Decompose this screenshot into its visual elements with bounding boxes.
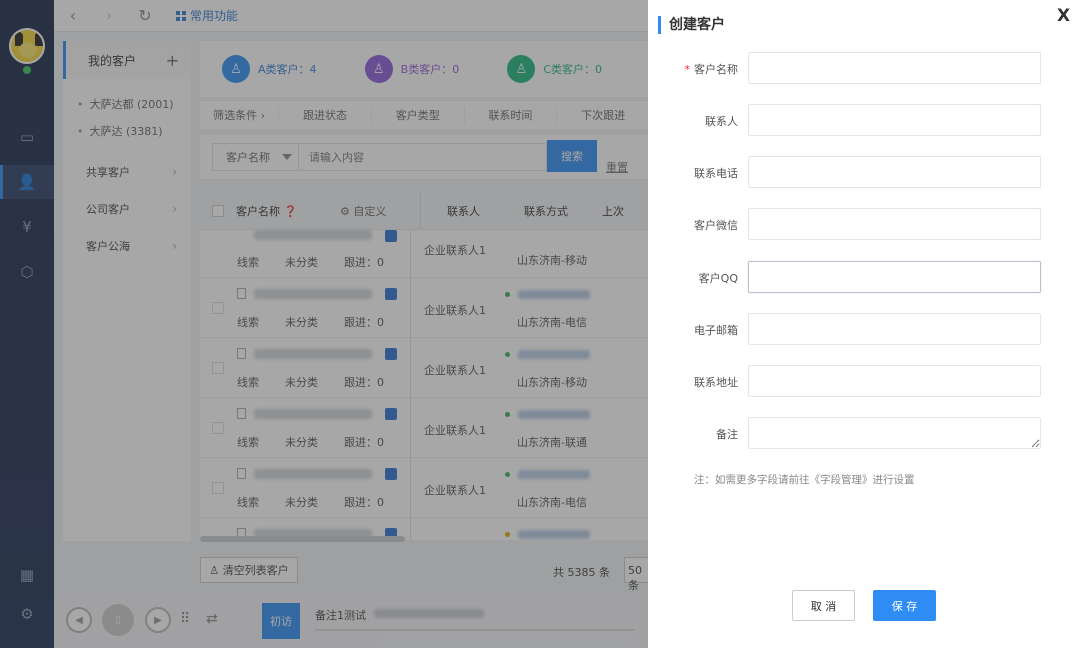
required-mark: * (684, 63, 691, 76)
cancel-button[interactable]: 取 消 (792, 590, 855, 621)
field-address: 联系地址 (648, 365, 1080, 397)
save-button[interactable]: 保 存 (873, 590, 936, 621)
email-input[interactable] (748, 313, 1041, 345)
field-email: 电子邮箱 (648, 313, 1080, 345)
phone-input[interactable] (748, 156, 1041, 188)
field-contact: 联系人 (648, 104, 1080, 136)
field-qq: 客户QQ (648, 261, 1080, 293)
drawer-title: 创建客户 (658, 16, 725, 34)
field-phone: 联系电话 (648, 156, 1080, 188)
field-remark: 备注 (648, 417, 1080, 449)
create-customer-drawer: 创建客户 X * 客户名称 联系人 联系电话 客户微信 客户QQ 电子邮箱 联系地… (648, 0, 1080, 648)
customer-name-input[interactable] (748, 52, 1041, 84)
wechat-input[interactable] (748, 208, 1041, 240)
field-hint: 注：如需更多字段请前往《字段管理》进行设置 (694, 474, 915, 486)
modal-overlay[interactable] (0, 0, 648, 648)
address-input[interactable] (748, 365, 1041, 397)
field-wechat: 客户微信 (648, 208, 1080, 240)
field-customer-name: * 客户名称 (648, 52, 1080, 84)
qq-input[interactable] (748, 261, 1041, 293)
contact-input[interactable] (748, 104, 1041, 136)
close-icon[interactable]: X (1057, 6, 1070, 26)
remark-textarea[interactable] (748, 417, 1041, 449)
